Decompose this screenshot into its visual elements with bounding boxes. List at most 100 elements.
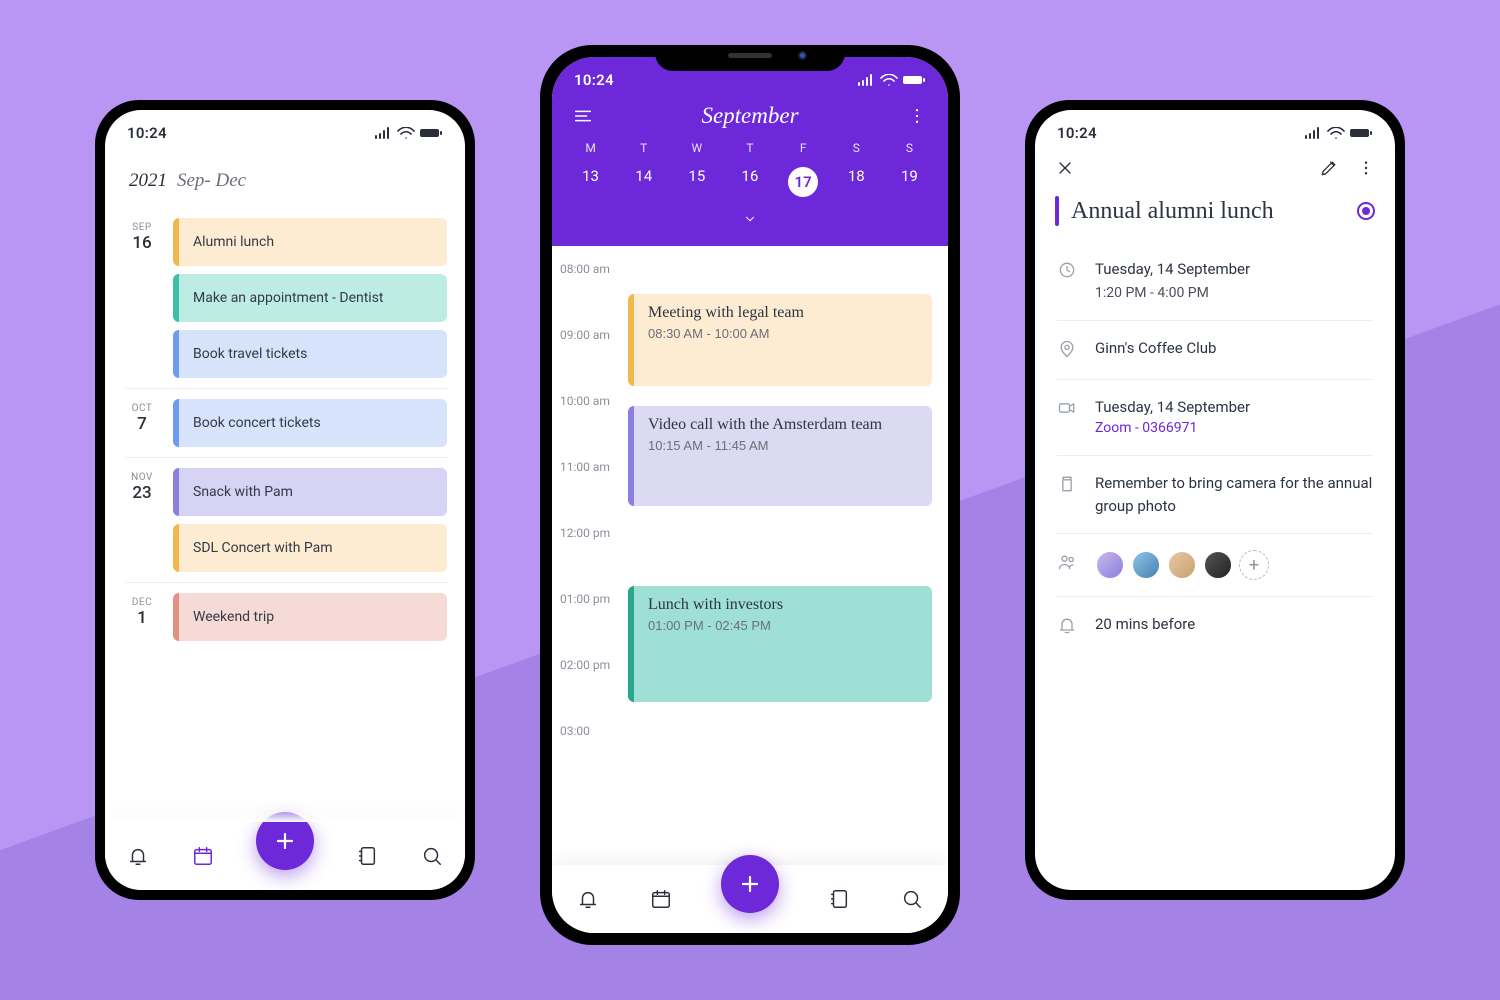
status-time: 10:24 [1057, 124, 1097, 142]
close-icon[interactable] [1055, 158, 1075, 182]
agenda-block: OCT 7 Book concert tickets [125, 388, 447, 457]
signal-icon [1305, 127, 1323, 139]
date-cell[interactable]: 16 [723, 161, 776, 207]
status-bar: 10:24 [105, 110, 465, 148]
agenda-item[interactable]: Book travel tickets [173, 330, 447, 378]
event-block[interactable]: Video call with the Amsterdam team 10:15… [628, 406, 932, 506]
add-button[interactable] [721, 855, 779, 913]
bell-icon[interactable] [125, 843, 151, 869]
bell-icon [1057, 613, 1079, 639]
agenda-item[interactable]: Make an appointment - Dentist [173, 274, 447, 322]
detail-location[interactable]: Ginn's Coffee Club [1057, 321, 1373, 380]
agenda-item[interactable]: Alumni lunch [173, 218, 447, 266]
day-timeline: 08:00 am 09:00 am 10:00 am 11:00 am 12:0… [552, 246, 948, 933]
time-label: 02:00 pm [560, 656, 620, 722]
calendar-header: September M T W T F S S 13 14 15 16 17 1… [552, 95, 948, 246]
agenda-item[interactable]: Snack with Pam [173, 468, 447, 516]
battery-icon [419, 127, 443, 139]
agenda-date: NOV 23 [125, 468, 159, 572]
event-title: Annual alumni lunch [1071, 198, 1345, 225]
agenda-date: SEP 16 [125, 218, 159, 378]
phone-agenda-view: 10:24 2021 Sep- Dec SEP 16 Alumni lunch … [95, 100, 475, 900]
status-time: 10:24 [574, 71, 614, 89]
agenda-date: OCT 7 [125, 399, 159, 447]
video-icon [1057, 396, 1079, 440]
agenda-date: DEC 1 [125, 593, 159, 641]
avatar[interactable] [1095, 550, 1125, 580]
event-block[interactable]: Meeting with legal team 08:30 AM - 10:00… [628, 294, 932, 386]
detail-toolbar [1035, 148, 1395, 188]
time-label: 11:00 am [560, 458, 620, 524]
signal-icon [858, 74, 876, 86]
events-column: Meeting with legal team 08:30 AM - 10:00… [620, 260, 932, 740]
avatar[interactable] [1167, 550, 1197, 580]
add-attendee-button[interactable]: + [1239, 550, 1269, 580]
agenda-block: DEC 1 Weekend trip [125, 582, 447, 651]
calendar-icon[interactable] [648, 886, 674, 912]
status-icons [858, 74, 926, 86]
search-icon[interactable] [419, 843, 445, 869]
edit-icon[interactable] [1319, 158, 1339, 182]
event-title-row: Annual alumni lunch [1035, 188, 1395, 242]
menu-icon[interactable] [570, 103, 596, 129]
agenda-block: SEP 16 Alumni lunch Make an appointment … [125, 208, 447, 388]
accent-bar [1055, 196, 1059, 226]
date-cell[interactable]: 13 [564, 161, 617, 207]
agenda-block: NOV 23 Snack with Pam SDL Concert with P… [125, 457, 447, 582]
search-icon[interactable] [899, 886, 925, 912]
date-cell[interactable]: 19 [883, 161, 936, 207]
status-time: 10:24 [127, 124, 167, 142]
detail-video[interactable]: Tuesday, 14 September Zoom - 0366971 [1057, 380, 1373, 457]
agenda-list: SEP 16 Alumni lunch Make an appointment … [105, 208, 465, 890]
bell-icon[interactable] [575, 886, 601, 912]
time-label: 10:00 am [560, 392, 620, 458]
zoom-link[interactable]: Zoom - 0366971 [1095, 418, 1373, 439]
avatar[interactable] [1131, 550, 1161, 580]
calendar-icon[interactable] [190, 843, 216, 869]
wifi-icon [397, 127, 415, 139]
clock-icon [1057, 258, 1079, 304]
pin-icon [1057, 337, 1079, 363]
bottom-tabbar [105, 822, 465, 890]
people-icon [1057, 550, 1079, 580]
more-icon[interactable] [904, 103, 930, 129]
add-button[interactable] [256, 812, 314, 870]
date-cell-selected[interactable]: 17 [777, 161, 830, 207]
date-cell[interactable]: 18 [830, 161, 883, 207]
phone-event-detail: 10:24 Annual alumni lunch Tuesda [1025, 100, 1405, 900]
agenda-item[interactable]: SDL Concert with Pam [173, 524, 447, 572]
event-block[interactable]: Lunch with investors 01:00 PM - 02:45 PM [628, 586, 932, 702]
detail-datetime: Tuesday, 14 September 1:20 PM - 4:00 PM [1057, 242, 1373, 321]
notebook-icon[interactable] [354, 843, 380, 869]
week-row: M T W T F S S 13 14 15 16 17 18 19 [552, 141, 948, 207]
notebook-icon[interactable] [826, 886, 852, 912]
time-label: 12:00 pm [560, 524, 620, 590]
signal-icon [375, 127, 393, 139]
more-icon[interactable] [1357, 158, 1375, 182]
event-details: Tuesday, 14 September 1:20 PM - 4:00 PM … [1035, 242, 1395, 890]
status-bar: 10:24 [1035, 110, 1395, 148]
note-icon [1057, 472, 1079, 517]
battery-icon [1349, 127, 1373, 139]
status-icons [375, 127, 443, 139]
phone-day-view: 10:24 September M T W T F S S 13 [540, 45, 960, 945]
color-picker[interactable] [1357, 202, 1375, 220]
battery-icon [902, 74, 926, 86]
avatar[interactable] [1203, 550, 1233, 580]
time-label: 09:00 am [560, 326, 620, 392]
notch [655, 45, 845, 71]
date-cell[interactable]: 14 [617, 161, 670, 207]
agenda-item[interactable]: Book concert tickets [173, 399, 447, 447]
bottom-tabbar [552, 865, 948, 933]
detail-attendees: + [1057, 534, 1373, 597]
wifi-icon [880, 74, 898, 86]
month-title[interactable]: September [701, 103, 798, 129]
agenda-item[interactable]: Weekend trip [173, 593, 447, 641]
agenda-range: Sep- Dec [177, 170, 246, 192]
date-cell[interactable]: 15 [670, 161, 723, 207]
detail-reminder[interactable]: 20 mins before [1057, 597, 1373, 655]
chevron-down-icon[interactable] [552, 207, 948, 238]
time-label: 03:00 [560, 722, 620, 740]
detail-note: Remember to bring camera for the annual … [1057, 456, 1373, 534]
time-label: 01:00 pm [560, 590, 620, 656]
